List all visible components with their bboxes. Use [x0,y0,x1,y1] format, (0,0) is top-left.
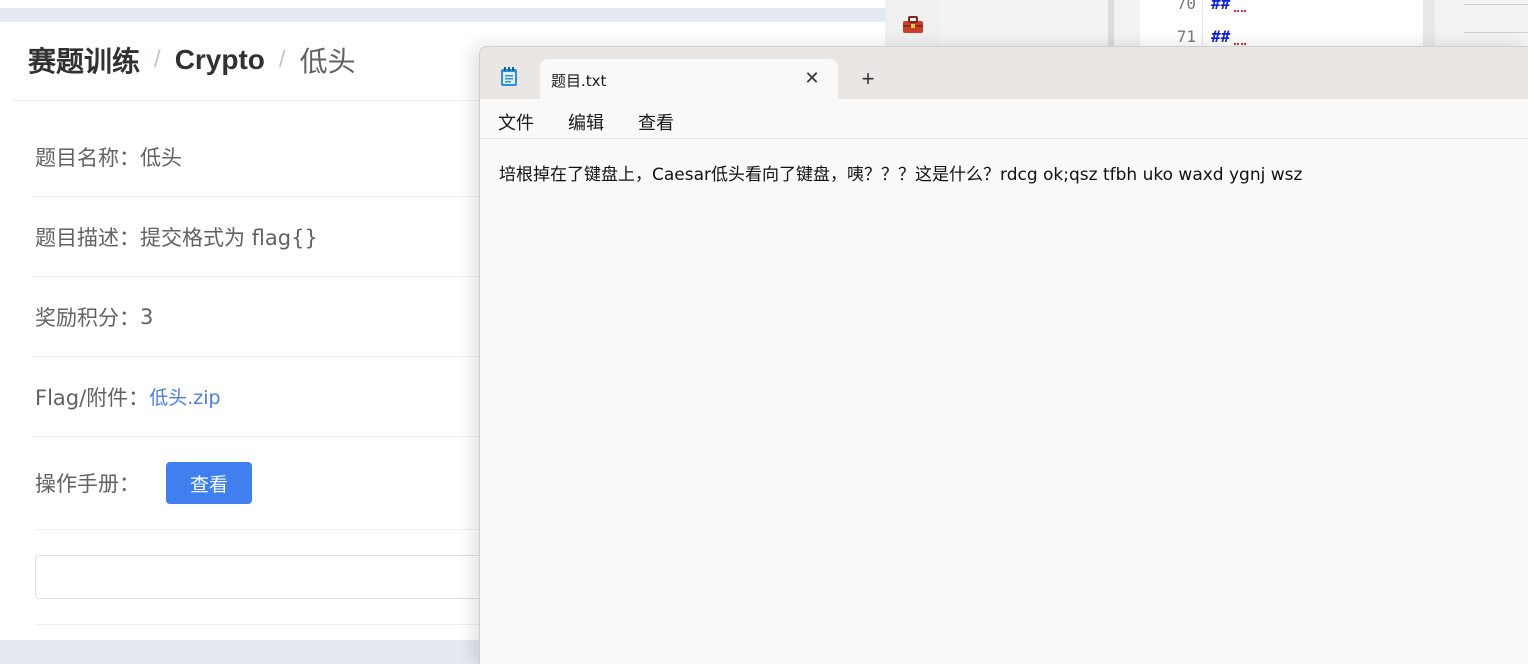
menu-edit[interactable]: 编辑 [568,109,604,135]
close-icon[interactable]: ✕ [800,66,824,90]
spellcheck-squiggle [1234,8,1246,12]
breadcrumb: 赛题训练 / Crypto / 低头 [28,40,356,80]
breadcrumb-separator: / [278,46,286,73]
gutter-divider [1202,0,1203,50]
challenge-name-value: 低头 [140,145,182,170]
breadcrumb-category[interactable]: Crypto [175,44,265,76]
notepad-menubar: 文件 编辑 查看 [480,99,1528,139]
line-number: 71 [1176,27,1196,46]
challenge-name-label: 题目名称： [35,145,140,170]
challenge-points-value: 3 [140,304,154,329]
notepad-icon [501,67,517,86]
challenge-desc-value: 提交格式为 flag{} [140,225,318,250]
breadcrumb-root[interactable]: 赛题训练 [28,40,140,80]
notepad-window: 题目.txt ✕ + 文件 编辑 查看 培根掉在了键盘上，Caesar低头看向了… [479,46,1528,664]
editor-splitter[interactable] [1108,0,1114,50]
editor-scrollbar[interactable] [1423,0,1435,50]
panel-divider [1464,4,1528,5]
challenge-manual-label: 操作手册： [35,472,140,496]
challenge-points-label: 奖励积分： [35,305,140,330]
breadcrumb-current: 低头 [299,45,356,78]
line-number: 70 [1176,0,1196,13]
menu-file[interactable]: 文件 [498,109,534,135]
attachment-download-link[interactable]: 低头.zip [149,383,220,410]
view-manual-button[interactable]: 查看 [166,462,252,504]
tab-title: 题目.txt [551,72,607,90]
new-tab-button[interactable]: + [856,66,880,91]
menu-view[interactable]: 查看 [638,109,674,135]
page-top-strip [0,0,885,8]
flag-input[interactable] [35,555,555,599]
notepad-titlebar[interactable]: 题目.txt ✕ + [480,47,1528,99]
code-line[interactable]: ## [1211,0,1230,13]
panel-divider [1464,32,1528,33]
toolbox-button[interactable] [885,0,940,50]
tab-document[interactable]: 题目.txt ✕ [540,59,838,99]
breadcrumb-separator: / [154,46,161,73]
challenge-attachment-label: Flag/附件： [35,385,150,410]
challenge-desc-label: 题目描述： [35,225,140,250]
code-line[interactable]: ## [1211,27,1230,46]
toolbox-icon [902,16,923,33]
notepad-text-area[interactable]: 培根掉在了键盘上，Caesar低头看向了键盘，咦？？？这是什么？rdcg ok;… [480,139,1528,664]
spellcheck-squiggle [1234,41,1246,45]
